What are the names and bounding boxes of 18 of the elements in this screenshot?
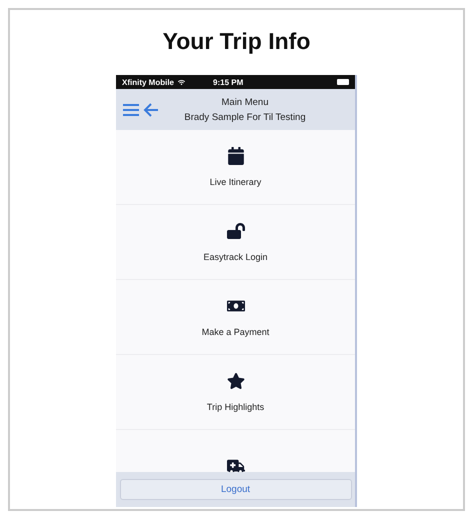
- page-title: Your Trip Info: [162, 28, 310, 55]
- battery-icon: [337, 79, 349, 85]
- menu-item[interactable]: Make a Payment: [116, 280, 355, 355]
- menu-item[interactable]: Trip Highlights: [116, 355, 355, 430]
- header-title: Main Menu: [222, 96, 268, 108]
- calendar-icon: [226, 147, 244, 165]
- menu-item[interactable]: Easytrack Login: [116, 205, 355, 280]
- menu-icon[interactable]: [122, 102, 140, 116]
- wifi-icon: [178, 78, 185, 86]
- logout-button[interactable]: Logout: [120, 479, 352, 500]
- ambulance-icon: [226, 458, 244, 472]
- clock-time: 9:15 PM: [213, 78, 244, 86]
- menu-item[interactable]: Live Itinerary: [116, 130, 355, 205]
- back-arrow-icon[interactable]: [143, 102, 159, 116]
- star-icon: [226, 372, 244, 390]
- header-subtitle: Brady Sample For Til Testing: [184, 112, 306, 122]
- unlocked-padlock-icon: [226, 222, 244, 240]
- carrier-name: Xfinity Mobile: [122, 78, 174, 86]
